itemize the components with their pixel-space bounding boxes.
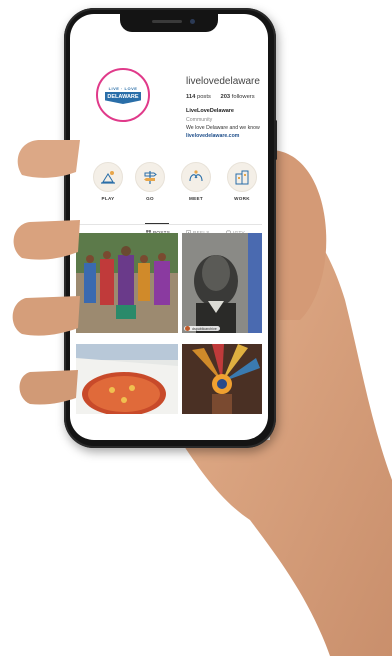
building-icon (235, 170, 249, 185)
notch (120, 14, 218, 32)
phone-screen: LIVE · LOVE DELAWARE livelovedelaware 11… (70, 14, 268, 440)
tabs-divider (76, 224, 262, 225)
account-tag[interactable]: dspublicarchive (184, 326, 220, 331)
followers-stat[interactable]: 203 followers (220, 94, 254, 100)
dancers-photo (76, 233, 178, 333)
highlight-play[interactable]: PLAY (90, 162, 126, 201)
profile-avatar[interactable]: LIVE · LOVE DELAWARE (96, 68, 150, 122)
highlight-go[interactable]: GO (132, 162, 168, 201)
post-headdress[interactable] (182, 344, 262, 414)
portrait-photo (182, 233, 262, 333)
highlight-circle (181, 162, 211, 192)
posts-stat[interactable]: 114 posts (186, 94, 211, 100)
display-name: LiveLoveDelaware (186, 108, 234, 114)
account-tag-label: dspublicarchive (192, 326, 217, 331)
post-portrait[interactable]: dspublicarchive (182, 233, 262, 333)
highlight-meet[interactable]: MEET (178, 162, 214, 201)
highlight-label: GO (146, 196, 154, 201)
hands-icon (189, 170, 203, 182)
logo-top-text: LIVE · LOVE (108, 86, 138, 91)
speaker (152, 20, 182, 23)
profile-stats: 114 posts 203 followers (186, 94, 263, 100)
post-pizza[interactable] (76, 344, 178, 414)
category: Community (186, 117, 213, 123)
play-icon (101, 171, 115, 184)
highlight-circle (227, 162, 257, 192)
logo: LIVE · LOVE DELAWARE (102, 74, 144, 116)
pizza-photo (76, 344, 178, 414)
camera-icon (190, 19, 195, 24)
signpost-icon (144, 171, 157, 184)
bio-text: We love Delaware and we know (186, 125, 260, 131)
active-tab-indicator (145, 223, 169, 224)
headdress-photo (182, 344, 262, 414)
logo-banner: DELAWARE (105, 92, 141, 104)
highlight-label: WORK (234, 196, 250, 201)
side-button (274, 120, 277, 160)
account-avatar (185, 326, 190, 331)
highlight-label: MEET (189, 196, 203, 201)
highlight-label: PLAY (101, 196, 115, 201)
highlight-circle (93, 162, 123, 192)
post-dancers[interactable] (76, 233, 178, 333)
highlight-circle (135, 162, 165, 192)
highlight-work[interactable]: WORK (224, 162, 260, 201)
website-link[interactable]: livelovedelaware.com (186, 133, 239, 139)
username: livelovedelaware (186, 76, 260, 87)
